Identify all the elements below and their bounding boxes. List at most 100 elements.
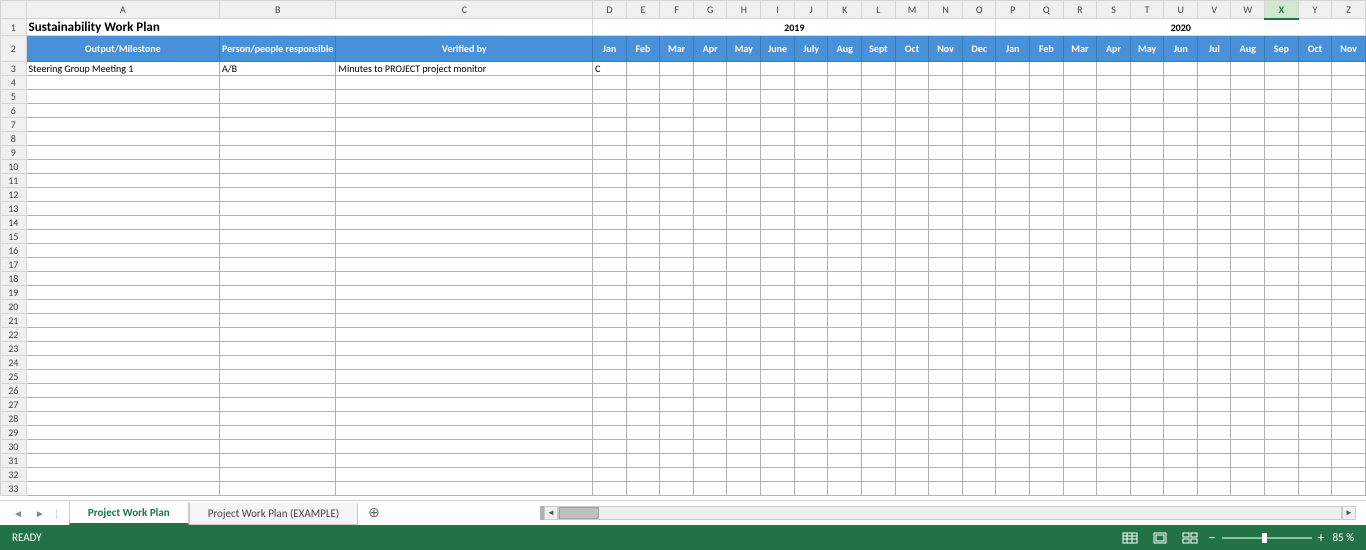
cell[interactable]: [895, 272, 929, 286]
cell[interactable]: [219, 188, 335, 202]
cell[interactable]: [1063, 356, 1097, 370]
page-layout-view-button[interactable]: [1149, 529, 1171, 547]
cell[interactable]: [1332, 482, 1366, 496]
column-header[interactable]: K: [828, 1, 862, 19]
cell[interactable]: [1030, 370, 1064, 384]
cell[interactable]: [660, 482, 694, 496]
cell[interactable]: [895, 482, 929, 496]
cell[interactable]: [1130, 188, 1164, 202]
cell[interactable]: [962, 482, 996, 496]
cell[interactable]: [626, 76, 660, 90]
cell[interactable]: [761, 426, 795, 440]
cell[interactable]: [1231, 76, 1265, 90]
cell[interactable]: [929, 384, 963, 398]
cell[interactable]: [660, 132, 694, 146]
cell[interactable]: [693, 300, 727, 314]
cell[interactable]: [1130, 146, 1164, 160]
zoom-in-button[interactable]: +: [1318, 529, 1325, 546]
cell[interactable]: [895, 202, 929, 216]
page-break-view-button[interactable]: [1179, 529, 1201, 547]
header-month[interactable]: Nov: [929, 36, 963, 62]
cell[interactable]: [336, 132, 593, 146]
cell[interactable]: [895, 90, 929, 104]
cell[interactable]: [794, 398, 828, 412]
cell[interactable]: [626, 398, 660, 412]
cell[interactable]: [962, 370, 996, 384]
cell[interactable]: [626, 454, 660, 468]
cell[interactable]: [1030, 188, 1064, 202]
cell[interactable]: [727, 314, 761, 328]
cell[interactable]: [1332, 146, 1366, 160]
cell[interactable]: [1298, 146, 1332, 160]
cell[interactable]: [626, 286, 660, 300]
cell[interactable]: [1097, 314, 1131, 328]
cell[interactable]: [962, 314, 996, 328]
cell[interactable]: [996, 104, 1030, 118]
cell[interactable]: [862, 370, 896, 384]
cell[interactable]: [1130, 426, 1164, 440]
cell[interactable]: [996, 468, 1030, 482]
cell[interactable]: [895, 468, 929, 482]
cell[interactable]: [1265, 482, 1299, 496]
cell[interactable]: [26, 398, 219, 412]
cell[interactable]: [1030, 104, 1064, 118]
cell[interactable]: [996, 230, 1030, 244]
cell[interactable]: [962, 398, 996, 412]
cell[interactable]: [1063, 384, 1097, 398]
cell[interactable]: [1231, 230, 1265, 244]
cell[interactable]: [1164, 132, 1198, 146]
cell[interactable]: [336, 272, 593, 286]
cell[interactable]: [895, 118, 929, 132]
cell[interactable]: [219, 426, 335, 440]
cell[interactable]: [593, 384, 627, 398]
cell[interactable]: [219, 440, 335, 454]
cell[interactable]: [1332, 188, 1366, 202]
cell[interactable]: [1231, 370, 1265, 384]
cell[interactable]: [828, 426, 862, 440]
cell[interactable]: [626, 370, 660, 384]
cell[interactable]: [336, 286, 593, 300]
cell[interactable]: [1164, 174, 1198, 188]
cell[interactable]: [26, 370, 219, 384]
cell[interactable]: [660, 90, 694, 104]
cell[interactable]: [1198, 370, 1231, 384]
cell[interactable]: [1130, 468, 1164, 482]
header-month[interactable]: Mar: [660, 36, 694, 62]
cell[interactable]: [593, 202, 627, 216]
cell[interactable]: [1030, 216, 1064, 230]
cell[interactable]: [828, 314, 862, 328]
row-header[interactable]: 11: [1, 174, 27, 188]
cell[interactable]: [593, 188, 627, 202]
cell[interactable]: [929, 398, 963, 412]
cell[interactable]: [593, 468, 627, 482]
cell[interactable]: [895, 356, 929, 370]
cell[interactable]: [1063, 426, 1097, 440]
cell[interactable]: [1130, 272, 1164, 286]
year-2020-cell[interactable]: 2020: [996, 19, 1366, 36]
cell[interactable]: [1332, 342, 1366, 356]
row-header[interactable]: 18: [1, 272, 27, 286]
cell[interactable]: [1231, 132, 1265, 146]
cell[interactable]: [1265, 342, 1299, 356]
cell[interactable]: [1198, 300, 1231, 314]
cell[interactable]: [219, 342, 335, 356]
column-header[interactable]: J: [794, 1, 828, 19]
cell[interactable]: [828, 440, 862, 454]
zoom-level[interactable]: 85 %: [1332, 531, 1354, 544]
cell[interactable]: [895, 132, 929, 146]
cell[interactable]: [862, 468, 896, 482]
cell[interactable]: [1164, 328, 1198, 342]
cell[interactable]: [862, 342, 896, 356]
cell[interactable]: [219, 76, 335, 90]
cell[interactable]: [1097, 132, 1131, 146]
cell[interactable]: [693, 412, 727, 426]
cell[interactable]: [1332, 90, 1366, 104]
cell[interactable]: [996, 272, 1030, 286]
cell[interactable]: [660, 454, 694, 468]
cell[interactable]: [693, 384, 727, 398]
cell[interactable]: [1298, 76, 1332, 90]
column-header[interactable]: Z: [1332, 1, 1366, 19]
cell[interactable]: [1198, 76, 1231, 90]
cell[interactable]: [1198, 342, 1231, 356]
cell[interactable]: [1231, 468, 1265, 482]
